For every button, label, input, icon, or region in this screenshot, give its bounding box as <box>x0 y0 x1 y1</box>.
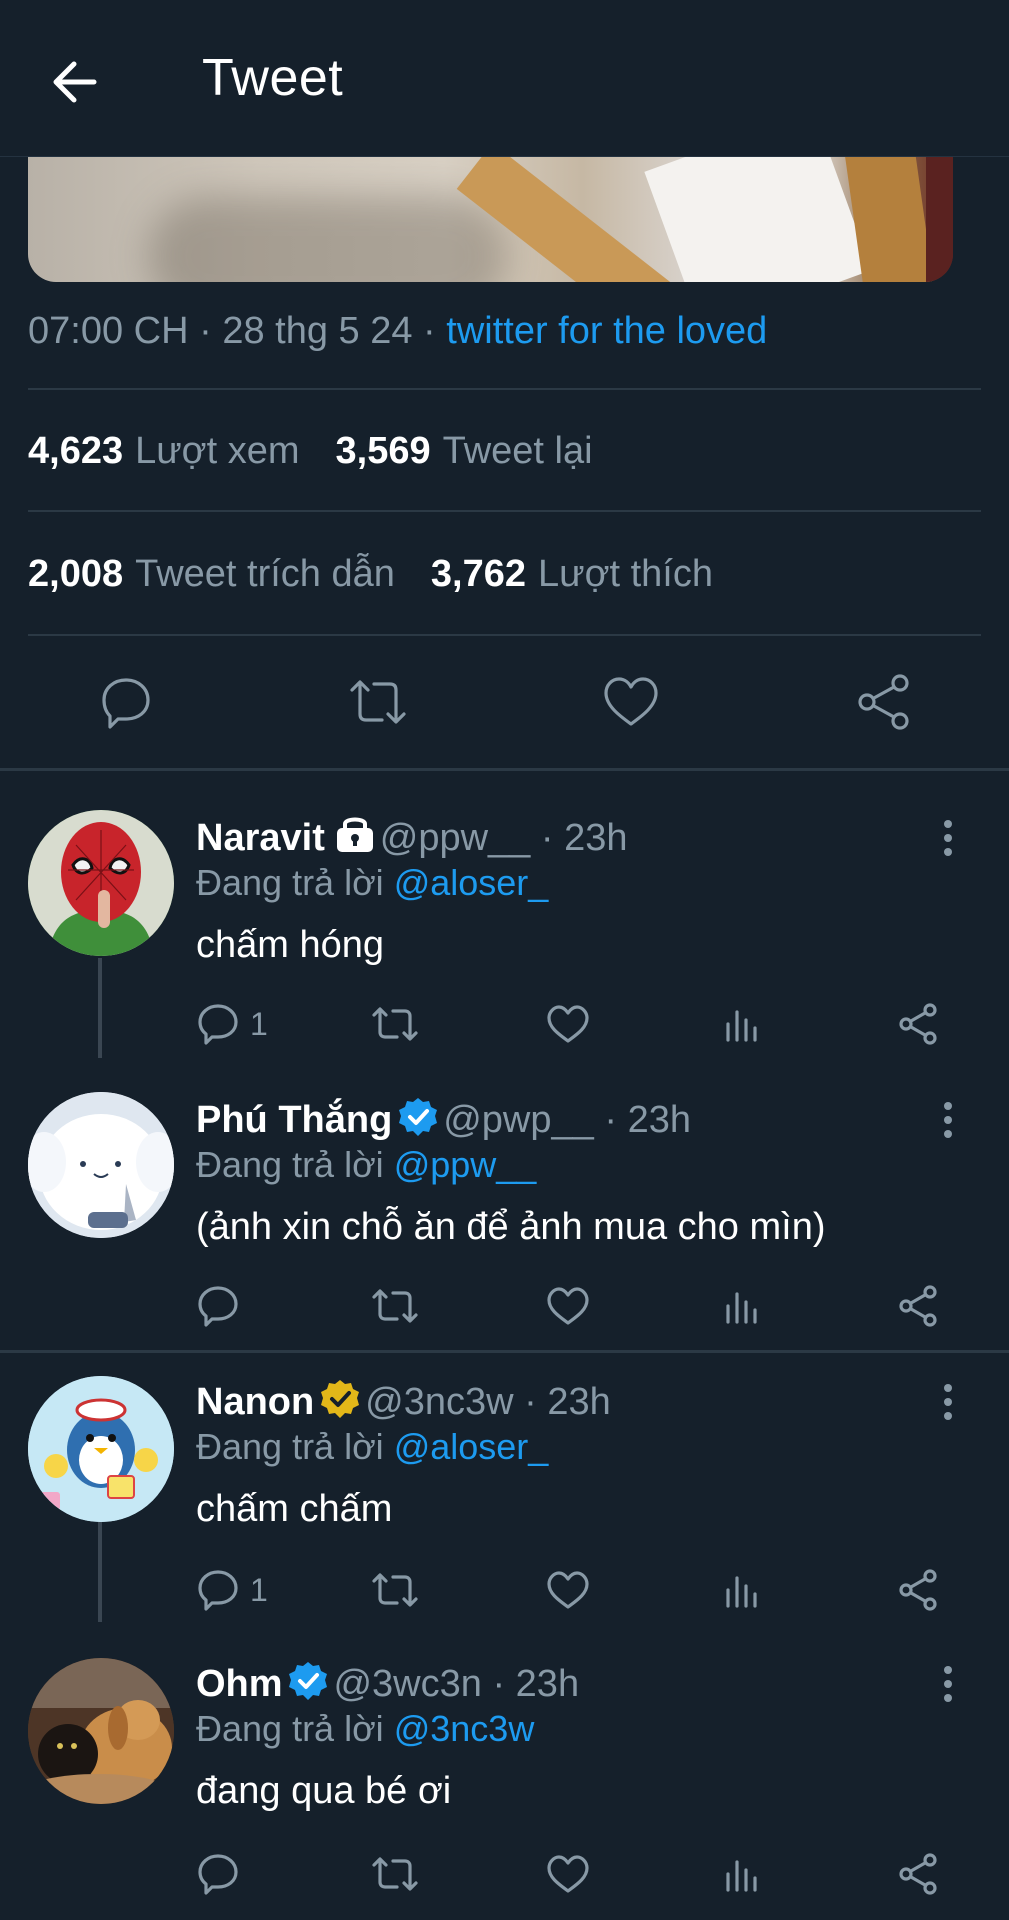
thread-connector <box>98 1522 102 1622</box>
divider <box>28 388 981 390</box>
mention-link[interactable]: @aloser_ <box>394 862 549 903</box>
replying-to: Đang trả lời @ppw__ <box>196 1144 536 1186</box>
like-heart-icon[interactable] <box>545 1002 591 1046</box>
thread-connector <box>98 958 102 1058</box>
analytics-icon[interactable] <box>722 1002 762 1046</box>
reply-icon[interactable] <box>196 1568 240 1612</box>
mention-link[interactable]: @aloser_ <box>394 1426 549 1467</box>
views-count: 4,623 <box>28 430 124 472</box>
retweet-icon[interactable] <box>370 1284 420 1328</box>
reply-count: 1 <box>250 1572 268 1608</box>
retweet-icon[interactable] <box>370 1852 420 1896</box>
like-heart-icon[interactable] <box>545 1284 591 1328</box>
handle: @3nc3w <box>365 1381 514 1423</box>
quotes-stat[interactable]: 2,008 Tweet trích dẫn <box>28 553 395 595</box>
retweets-count: 3,569 <box>335 430 431 472</box>
reply-time: 23h <box>547 1381 611 1423</box>
reply-time: 23h <box>627 1099 691 1141</box>
divider <box>28 510 981 512</box>
tweet-media-image[interactable] <box>28 156 953 282</box>
like-heart-icon[interactable] <box>545 1852 591 1896</box>
retweet-icon[interactable] <box>370 1002 420 1046</box>
retweet-icon[interactable] <box>370 1568 420 1612</box>
like-heart-icon[interactable] <box>600 672 662 732</box>
reply-icon[interactable] <box>196 1284 240 1328</box>
top-bar: Tweet <box>0 0 1009 157</box>
more-options-icon[interactable] <box>944 1102 956 1144</box>
handle: @3wc3n <box>333 1663 482 1705</box>
display-name[interactable]: Nanon <box>196 1381 314 1423</box>
handle: @ppw__ <box>379 817 531 859</box>
views-label: Lượt xem <box>135 430 300 472</box>
verified-badge-icon <box>398 1098 437 1136</box>
reply-tweet[interactable]: Nanon @3nc3w · 23h Đang trả lời @aloser_… <box>0 1334 1009 1622</box>
replying-prefix: Đang trả lời <box>196 1426 384 1467</box>
replying-to: Đang trả lời @3nc3w <box>196 1708 534 1750</box>
share-icon[interactable] <box>896 1568 940 1612</box>
reply-icon[interactable] <box>96 672 156 732</box>
analytics-icon[interactable] <box>722 1568 762 1612</box>
more-options-icon[interactable] <box>944 1384 956 1426</box>
avatar[interactable] <box>28 1658 174 1804</box>
share-icon[interactable] <box>896 1852 940 1896</box>
likes-stat[interactable]: 3,762 Lượt thích <box>431 553 713 595</box>
reply-text: chấm chấm <box>196 1488 393 1530</box>
tweet-timestamp: 07:00 CH · 28 thg 5 24 · twitter for the… <box>28 310 768 352</box>
like-heart-icon[interactable] <box>545 1568 591 1612</box>
retweet-icon[interactable] <box>346 672 410 732</box>
analytics-icon[interactable] <box>722 1284 762 1328</box>
reply-time: 23h <box>564 817 628 859</box>
retweets-stat[interactable]: 3,569 Tweet lại <box>336 430 593 472</box>
reply-icon[interactable] <box>196 1852 240 1896</box>
mention-link[interactable]: @3nc3w <box>394 1708 535 1749</box>
share-icon[interactable] <box>896 1284 940 1328</box>
retweets-label: Tweet lại <box>442 430 593 472</box>
avatar[interactable] <box>28 1376 174 1522</box>
reply-text: (ảnh xin chỗ ăn để ảnh mua cho mìn) <box>196 1206 826 1248</box>
stats-row-1: 4,623 Lượt xem 3,569 Tweet lại <box>28 430 593 473</box>
reply-time: 23h <box>515 1663 580 1705</box>
display-name[interactable]: Phú Thắng <box>196 1099 392 1141</box>
quotes-label: Tweet trích dẫn <box>135 553 395 595</box>
reply-count: 1 <box>250 1006 268 1042</box>
replying-to: Đang trả lời @aloser_ <box>196 1426 548 1468</box>
more-options-icon[interactable] <box>944 820 956 862</box>
lock-icon <box>337 817 374 852</box>
display-name[interactable]: Ohm <box>196 1663 283 1705</box>
mention-link[interactable]: @ppw__ <box>394 1144 537 1185</box>
share-icon[interactable] <box>854 672 914 732</box>
reply-tweet[interactable]: Phú Thắng @pwp__ · 23h Đang trả lời @ppw… <box>0 1052 1009 1350</box>
divider <box>28 634 981 636</box>
back-arrow-icon[interactable] <box>46 50 110 114</box>
replying-prefix: Đang trả lời <box>196 1708 384 1749</box>
avatar[interactable] <box>28 810 174 956</box>
tweet-time: 07:00 CH <box>28 310 189 352</box>
likes-count: 3,762 <box>430 553 526 595</box>
replying-to: Đang trả lời @aloser_ <box>196 862 548 904</box>
avatar[interactable] <box>28 1092 174 1238</box>
share-icon[interactable] <box>896 1002 940 1046</box>
replying-prefix: Đang trả lời <box>196 862 384 903</box>
replying-prefix: Đang trả lời <box>196 1144 384 1185</box>
verified-badge-icon <box>289 1662 328 1700</box>
verified-gold-badge-icon <box>320 1380 359 1418</box>
reply-text: chấm hóng <box>196 924 385 966</box>
reply-text: đang qua bé ơi <box>196 1770 452 1812</box>
display-name[interactable]: Naravit <box>196 817 325 859</box>
tweet-date: 28 thg 5 24 <box>222 310 413 352</box>
quotes-count: 2,008 <box>28 553 124 595</box>
analytics-icon[interactable] <box>722 1852 762 1896</box>
reply-icon[interactable] <box>196 1002 240 1046</box>
reply-tweet[interactable]: Naravit @ppw__ · 23h Đang trả lời @alose… <box>0 770 1009 1058</box>
handle: @pwp__ <box>443 1099 594 1141</box>
tweet-source-link[interactable]: twitter for the loved <box>446 310 767 352</box>
more-options-icon[interactable] <box>944 1666 956 1708</box>
reply-tweet[interactable]: Ohm @3wc3n · 23h Đang trả lời @3nc3w đan… <box>0 1616 1009 1920</box>
likes-label: Lượt thích <box>538 553 713 595</box>
stats-row-2: 2,008 Tweet trích dẫn 3,762 Lượt thích <box>28 553 713 596</box>
page-title: Tweet <box>202 49 344 107</box>
